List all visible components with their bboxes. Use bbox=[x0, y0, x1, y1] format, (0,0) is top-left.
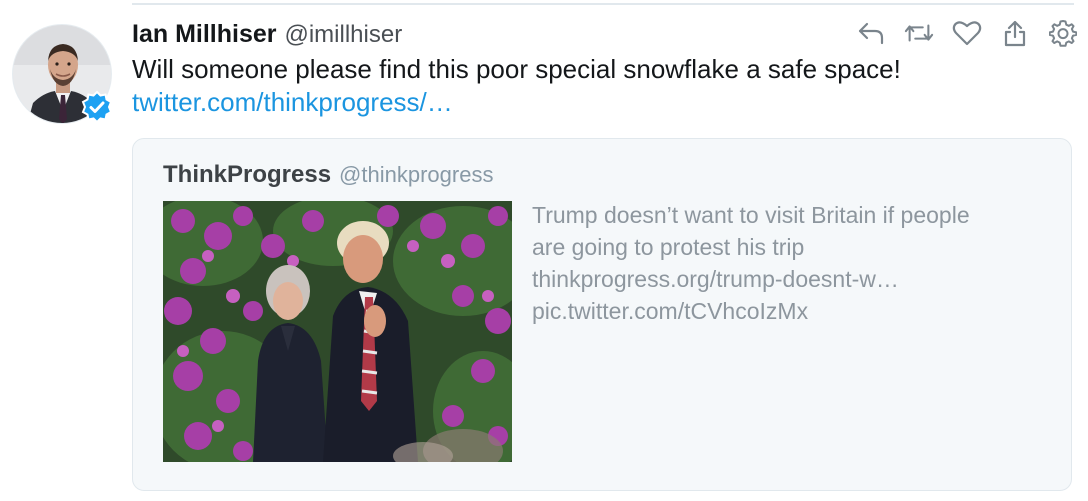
author-handle[interactable]: @imillhiser bbox=[284, 21, 402, 49]
quoted-text-line: are going to protest his trip bbox=[532, 234, 805, 260]
tweet-text: Will someone please find this poor speci… bbox=[132, 54, 901, 84]
tweet-link[interactable]: twitter.com/thinkprogress/… bbox=[132, 87, 453, 118]
gear-icon[interactable] bbox=[1048, 18, 1078, 48]
top-divider bbox=[132, 3, 1074, 5]
quoted-text-line: Trump doesn’t want to visit Britain if p… bbox=[532, 202, 970, 228]
retweet-icon[interactable] bbox=[904, 18, 934, 48]
verified-badge-icon bbox=[80, 90, 114, 124]
quoted-url[interactable]: thinkprogress.org/trump-doesnt-w… bbox=[532, 263, 1052, 295]
reply-icon[interactable] bbox=[856, 18, 886, 48]
quoted-pic-link[interactable]: pic.twitter.com/tCVhcoIzMx bbox=[532, 295, 1052, 327]
share-icon[interactable] bbox=[1000, 18, 1030, 48]
photo-icon bbox=[163, 201, 512, 462]
quoted-author-name[interactable]: ThinkProgress bbox=[163, 161, 331, 189]
author-name[interactable]: Ian Millhiser bbox=[132, 20, 276, 49]
tweet-header: Ian Millhiser @imillhiser bbox=[132, 20, 402, 50]
heart-icon[interactable] bbox=[952, 18, 982, 48]
quoted-author-handle[interactable]: @thinkprogress bbox=[339, 162, 493, 188]
quoted-tweet-text: Trump doesn’t want to visit Britain if p… bbox=[532, 199, 1052, 327]
quoted-tweet-card[interactable]: ThinkProgress @thinkprogress Trump doesn… bbox=[132, 138, 1072, 491]
quoted-media-image[interactable] bbox=[163, 201, 512, 462]
quoted-tweet-header: ThinkProgress @thinkprogress bbox=[163, 161, 493, 189]
tweet-actions bbox=[856, 18, 1078, 48]
